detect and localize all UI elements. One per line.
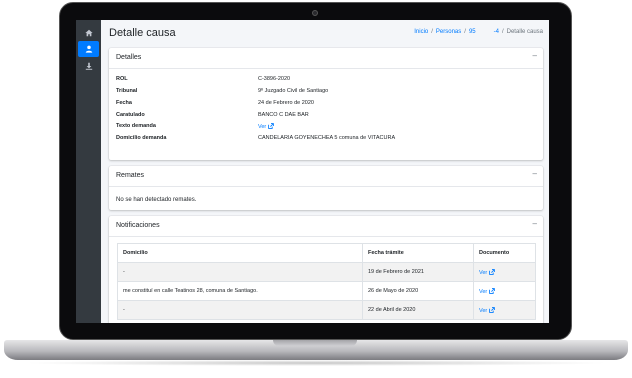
breadcrumb: Inicio / Personas/95 -4/Detalle causa <box>414 29 543 35</box>
notificaciones-card-header: Notificaciones – <box>109 216 543 237</box>
detail-label: Tribunal <box>116 88 138 94</box>
detalles-card-header: Detalles – <box>109 48 543 69</box>
table-header-row: Domicilio Fecha trámite Documento <box>117 243 536 263</box>
breadcrumb-inicio[interactable]: Inicio <box>414 29 428 35</box>
external-link-icon <box>488 287 495 294</box>
app-screen: Detalle causa Inicio / Personas/95 -4/Deta… <box>76 20 549 323</box>
notificaciones-card: Notificaciones – Domicilio Fecha trámite… <box>109 216 543 323</box>
cell-fecha: 26 de Mayo de 2020 <box>362 281 474 301</box>
external-link-icon <box>267 123 274 129</box>
sidebar-item-home[interactable] <box>78 25 99 41</box>
cell-fecha: 22 de Abril de 2020 <box>362 300 474 320</box>
detail-label: Texto demanda <box>116 123 156 129</box>
sidebar-item-personas[interactable] <box>78 41 99 57</box>
detail-value: C-3896-2020 <box>258 76 291 82</box>
remates-card-title: Remates <box>116 172 145 179</box>
cell-domicilio: - <box>117 262 363 282</box>
cell-fecha: 19 de Febrero de 2021 <box>362 262 474 282</box>
cell-domicilio: - <box>117 300 363 320</box>
remates-empty-text: No se han detectado remates. <box>116 197 197 203</box>
collapse-icon[interactable]: – <box>533 169 537 178</box>
detail-label: Caratulado <box>116 112 145 118</box>
detail-value: 9º Juzgado Civil de Santiago <box>258 88 329 94</box>
detail-label: ROL <box>116 76 128 82</box>
external-link-icon <box>488 306 495 313</box>
breadcrumb-current: Detalle causa <box>506 29 543 35</box>
cell-documento: Ver <box>473 262 536 282</box>
ver-documento-link[interactable]: Ver <box>479 287 495 295</box>
ver-documento-link[interactable]: Ver <box>479 268 495 276</box>
column-header-documento: Documento <box>473 243 536 263</box>
detail-value: BANCO C DAE BAR <box>258 112 309 118</box>
column-header-domicilio: Domicilio <box>117 243 363 263</box>
detail-value: 24 de Febrero de 2020 <box>258 100 314 106</box>
cell-documento: Ver <box>473 281 536 301</box>
breadcrumb-personas[interactable]: Personas <box>436 29 461 35</box>
user-icon <box>85 45 93 53</box>
table-row: - 22 de Abril de 2020 Ver <box>117 300 536 320</box>
detail-value: CANDELARIA GOYENECHEA 5 comuna de VITACU… <box>258 135 396 141</box>
home-icon <box>84 29 93 37</box>
cell-domicilio: me constituí en calle Teatinos 28, comun… <box>117 281 363 301</box>
breadcrumb-persona[interactable]: 95 -4 <box>469 29 499 35</box>
column-header-fecha: Fecha trámite <box>362 243 474 263</box>
table-row: - 19 de Febrero de 2021 Ver <box>117 262 536 282</box>
notificaciones-card-title: Notificaciones <box>116 222 160 229</box>
external-link-icon <box>488 268 495 275</box>
texto-demanda-link[interactable]: Ver <box>258 123 274 130</box>
detail-label: Fecha <box>116 100 132 106</box>
notificaciones-table: Domicilio Fecha trámite Documento - 19 d… <box>117 243 536 320</box>
sidebar <box>76 20 101 323</box>
detalles-card: Detalles – ROL C-3896-2020 Tribunal 9º J… <box>109 48 543 160</box>
webcam <box>312 10 318 16</box>
page-title: Detalle causa <box>109 27 176 39</box>
main-content: Detalle causa Inicio / Personas/95 -4/Deta… <box>101 20 549 323</box>
table-row: me constituí en calle Teatinos 28, comun… <box>117 281 536 301</box>
sidebar-item-descargas[interactable] <box>78 58 99 74</box>
detalles-card-title: Detalles <box>116 54 142 61</box>
collapse-icon[interactable]: – <box>533 51 537 60</box>
collapse-icon[interactable]: – <box>533 219 537 228</box>
detail-label: Domicilio demanda <box>116 135 167 141</box>
download-icon <box>85 62 93 70</box>
cell-documento: Ver <box>473 300 536 320</box>
laptop-notch <box>273 340 357 346</box>
remates-card-header: Remates – <box>109 166 543 187</box>
ver-documento-link[interactable]: Ver <box>479 306 495 314</box>
remates-card: Remates – No se han detectado remates. <box>109 166 543 210</box>
laptop-shadow <box>22 360 610 366</box>
